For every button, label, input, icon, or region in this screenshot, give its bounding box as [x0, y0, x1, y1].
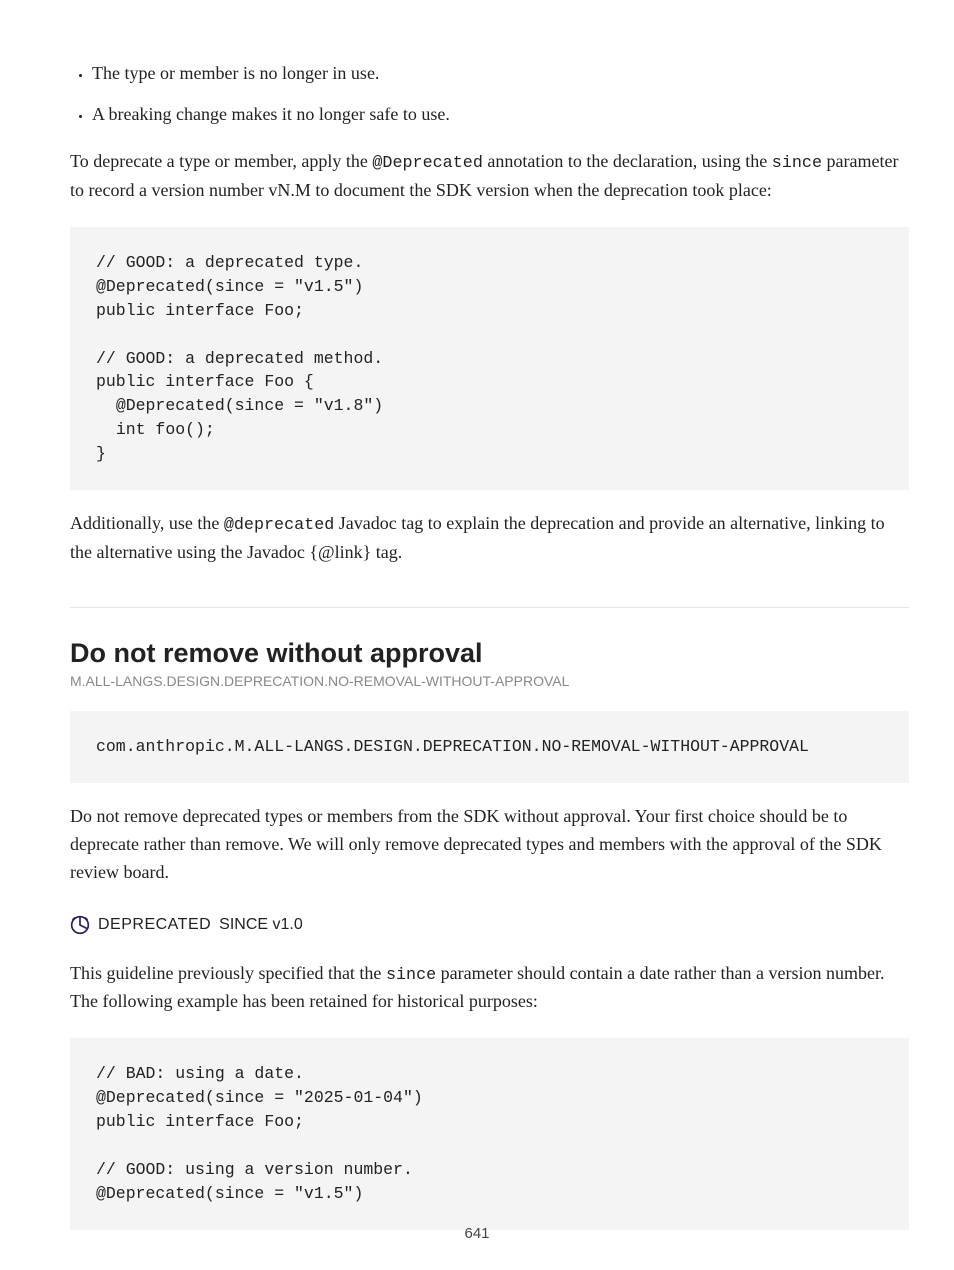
deprecated-banner: DEPRECATED SINCE v1.0 [70, 915, 303, 935]
text-run: Additionally, use the [70, 513, 224, 533]
deprecated-icon [70, 915, 90, 935]
paragraph: Additionally, use the @deprecated Javado… [70, 510, 909, 567]
paragraph: Do not remove deprecated types or member… [70, 803, 909, 887]
bullet-item: A breaking change makes it no longer saf… [92, 101, 909, 128]
inline-code: @Deprecated [372, 154, 482, 173]
code-block: com.anthropic.M.ALL-LANGS.DESIGN.DEPRECA… [70, 711, 909, 783]
paragraph: To deprecate a type or member, apply the… [70, 148, 909, 205]
deprecated-label: DEPRECATED [98, 916, 211, 934]
code-block: // GOOD: a deprecated type. @Deprecated(… [70, 227, 909, 490]
document-page: The type or member is no longer in use. … [0, 0, 954, 1270]
inline-code: since [386, 966, 436, 985]
page-number: 641 [0, 1225, 954, 1242]
code-block: // BAD: using a date. @Deprecated(since … [70, 1038, 909, 1230]
deprecated-since: SINCE v1.0 [219, 916, 303, 934]
section-breadcrumb: M.ALL-LANGS.DESIGN.DEPRECATION.NO-REMOVA… [70, 673, 909, 689]
paragraph: This guideline previously specified that… [70, 960, 909, 1017]
horizontal-rule [70, 607, 909, 608]
text-run: To deprecate a type or member, apply the [70, 151, 372, 171]
bullet-item: The type or member is no longer in use. [92, 60, 909, 87]
text-run: This guideline previously specified that… [70, 963, 386, 983]
section-heading: Do not remove without approval [70, 638, 909, 669]
text-run: annotation to the declaration, using the [483, 151, 772, 171]
bullet-list: The type or member is no longer in use. … [70, 60, 909, 128]
inline-code: @deprecated [224, 516, 334, 535]
inline-code: since [772, 154, 822, 173]
